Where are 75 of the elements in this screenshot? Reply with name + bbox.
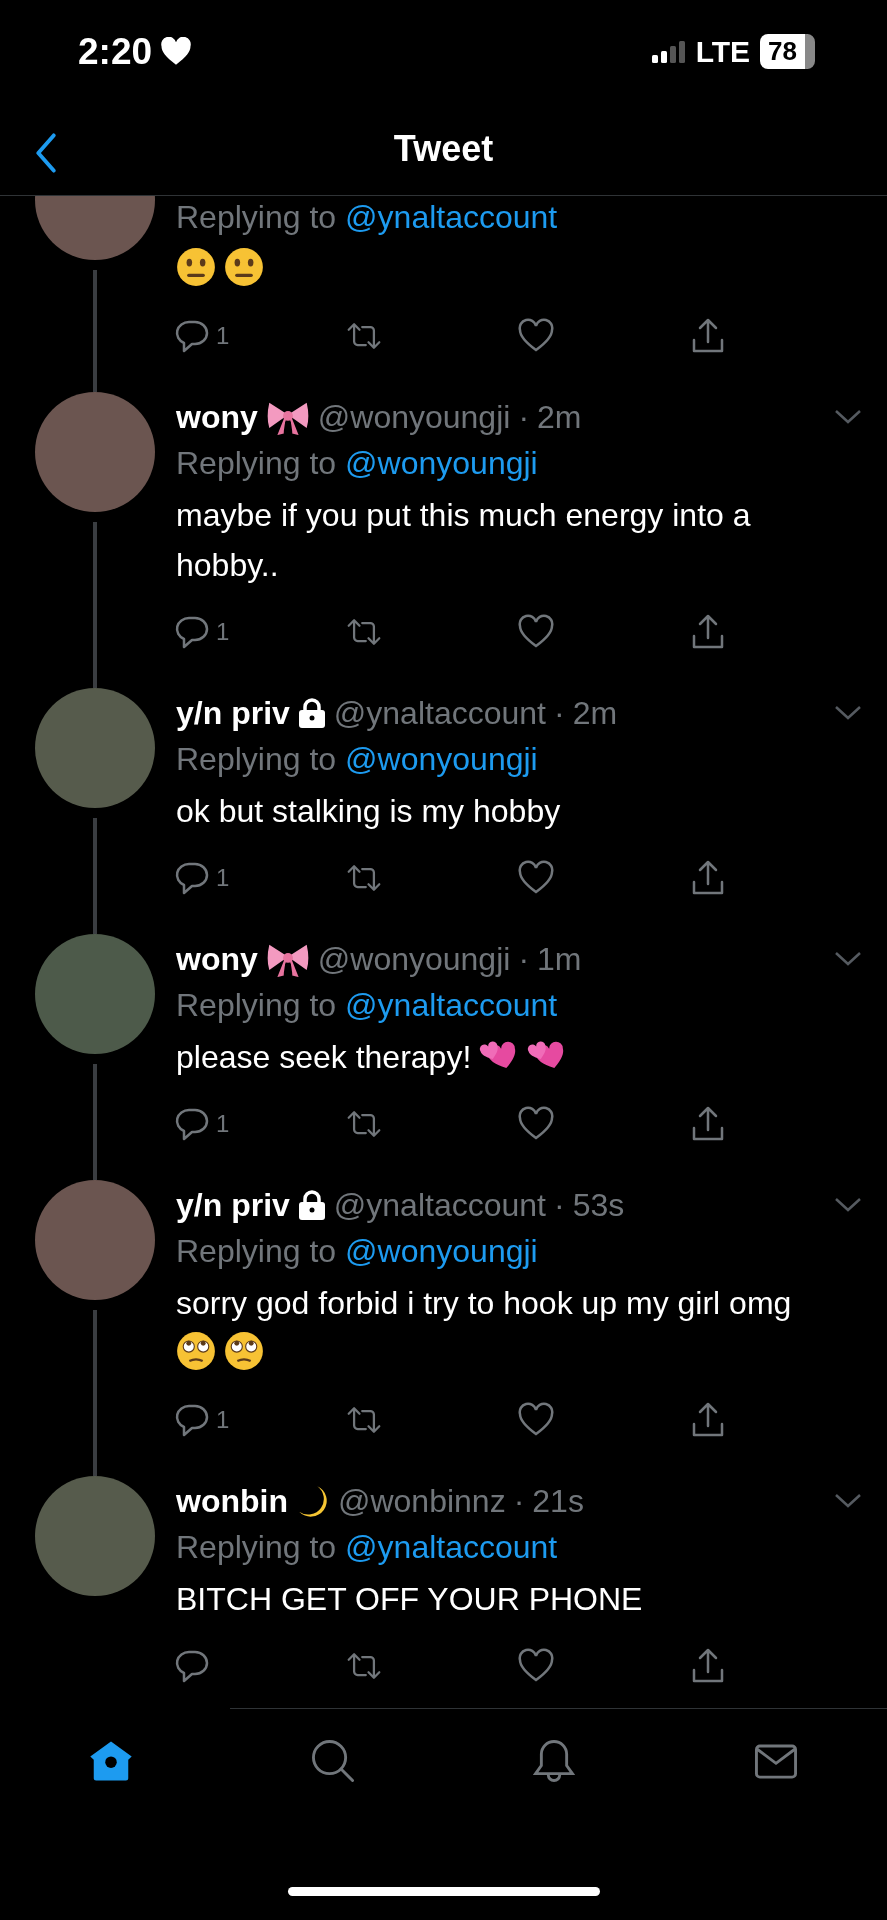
chevron-down-icon[interactable] [834, 1197, 862, 1214]
back-icon[interactable] [35, 133, 57, 174]
tweet-text: ok but stalking is my hobby [176, 793, 561, 830]
user-name[interactable]: wony [176, 940, 258, 978]
lock-icon [297, 698, 326, 729]
home-indicator[interactable] [287, 1886, 600, 1896]
separator-dot: · [513, 1482, 525, 1520]
reply-count: 1 [216, 618, 230, 647]
separator-dot: · [553, 1186, 565, 1224]
chevron-down-icon[interactable] [834, 409, 862, 426]
tweet-time: 2m [537, 398, 582, 436]
status-time: 2:20 [78, 30, 153, 73]
reply-count: 1 [216, 1406, 230, 1435]
heart-icon [160, 37, 193, 67]
battery-indicator: 78 [760, 34, 815, 70]
reply-count: 1 [216, 1110, 230, 1139]
signal-icon [651, 40, 686, 63]
network-label: LTE [695, 34, 751, 69]
tweet-text: sorry god forbid i try to hook up my girl omg [176, 1285, 792, 1322]
reply-icon[interactable] [174, 1402, 210, 1439]
tweet-time: 53s [572, 1186, 625, 1224]
user-handle: @wonbinnz [337, 1482, 506, 1520]
user-handle: @wonyoungji [317, 940, 511, 978]
mention-link[interactable]: @wonyoungji [345, 1232, 538, 1270]
mention-link[interactable]: @ynaltaccount [345, 986, 558, 1024]
replying-to-label: Replying to [176, 986, 337, 1024]
user-name[interactable]: y/n priv [176, 1186, 290, 1224]
share-icon[interactable] [690, 318, 726, 355]
reply-icon[interactable] [174, 614, 210, 651]
replying-to-label: Replying to [176, 740, 337, 778]
share-icon[interactable] [690, 1402, 726, 1439]
mention-link[interactable]: @ynaltaccount [345, 198, 558, 236]
replying-to-label: Replying to [176, 1232, 337, 1270]
bell-icon[interactable] [531, 1737, 578, 1784]
user-handle: @ynaltaccount [333, 694, 546, 732]
user-name[interactable]: y/n priv [176, 694, 290, 732]
reply-icon[interactable] [174, 1648, 210, 1685]
neutral-face-icon [176, 247, 216, 288]
user-handle: @wonyoungji [317, 398, 511, 436]
replying-to-label: Replying to [176, 198, 337, 236]
reply-count: 1 [216, 322, 230, 351]
user-handle: @ynaltaccount [333, 1186, 546, 1224]
chevron-down-icon[interactable] [834, 705, 862, 722]
reply-icon[interactable] [174, 860, 210, 897]
user-name[interactable]: wonbin [176, 1482, 288, 1520]
replying-to-label: Replying to [176, 1528, 337, 1566]
tweet-time: 21s [532, 1482, 584, 1520]
mention-link[interactable]: @wonyoungji [345, 444, 538, 482]
share-icon[interactable] [690, 614, 726, 651]
tweet-text: maybe if you put this much energy into a hobby.. [176, 497, 751, 584]
chevron-down-icon[interactable] [834, 1493, 862, 1510]
separator-dot: · [553, 694, 565, 732]
mention-link[interactable]: @ynaltaccount [345, 1528, 558, 1566]
user-name[interactable]: wony [176, 398, 258, 436]
separator-dot: · [518, 398, 530, 436]
tweet-text: BITCH GET OFF YOUR PHONE [176, 1581, 643, 1618]
share-icon[interactable] [690, 860, 726, 897]
neutral-face-icon [224, 247, 264, 288]
eye-roll-face-icon [176, 1331, 216, 1372]
reply-count: 1 [216, 864, 230, 893]
replying-to-label: Replying to [176, 444, 337, 482]
reply-icon[interactable] [174, 1106, 210, 1143]
search-icon[interactable] [309, 1737, 356, 1784]
tweet-time: 2m [572, 694, 618, 732]
eye-roll-face-icon [224, 1331, 264, 1372]
tweet-time: 1m [537, 940, 582, 978]
lock-icon [297, 1190, 326, 1221]
reply-icon[interactable] [174, 318, 210, 355]
chevron-down-icon[interactable] [834, 951, 862, 968]
header-title: Tweet [393, 128, 494, 171]
separator-dot: · [518, 940, 530, 978]
share-icon[interactable] [690, 1106, 726, 1143]
share-icon[interactable] [690, 1648, 726, 1685]
tweet-text: please seek therapy! [176, 1039, 472, 1076]
mention-link[interactable]: @wonyoungji [345, 740, 538, 778]
